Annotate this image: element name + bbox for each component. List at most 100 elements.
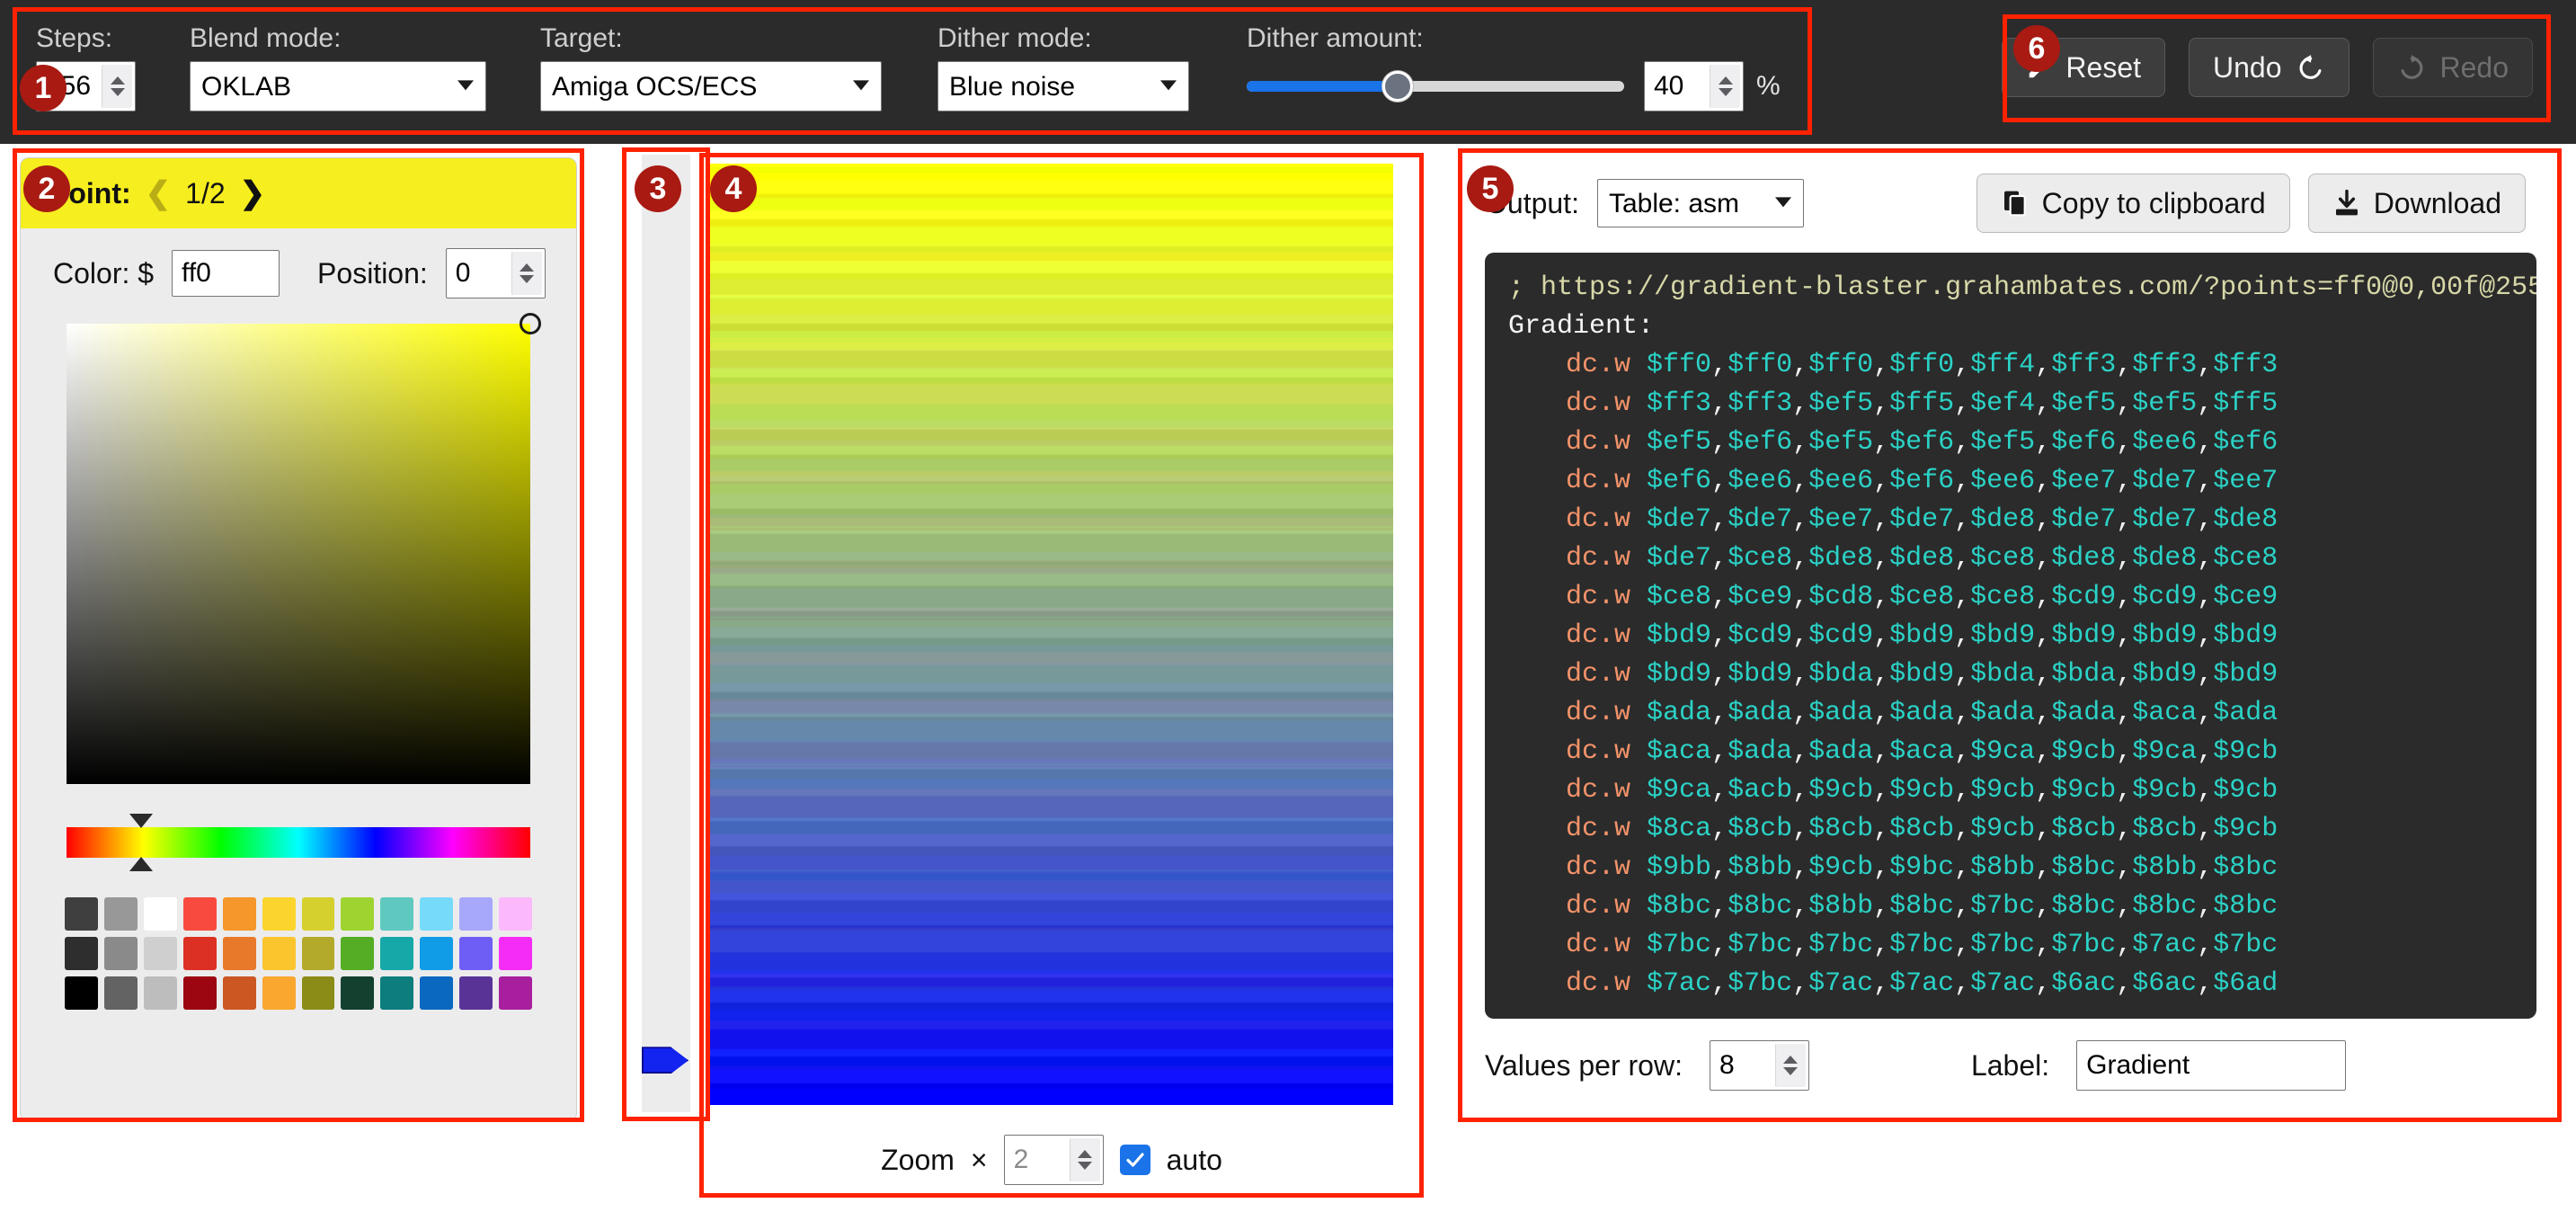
slider-knob[interactable] (1382, 71, 1413, 102)
color-swatch[interactable] (420, 936, 454, 970)
color-swatch[interactable] (143, 936, 177, 970)
gradient-point-handle[interactable] (642, 1047, 688, 1074)
hue-bar[interactable] (67, 827, 530, 858)
color-swatch[interactable] (65, 897, 98, 931)
color-swatch[interactable] (262, 936, 296, 970)
color-swatch[interactable] (380, 976, 414, 1010)
percent-label: % (1756, 71, 1781, 101)
color-swatch[interactable] (182, 976, 217, 1010)
color-swatch[interactable] (341, 897, 375, 931)
code-line: dc.w $ff0,$ff0,$ff0,$ff0,$ff4,$ff3,$ff3,… (1566, 350, 2278, 380)
hue-pointer-bottom-icon (129, 857, 153, 871)
color-swatch[interactable] (222, 897, 256, 931)
values-per-row-label: Values per row: (1485, 1048, 1683, 1082)
code-line: dc.w $8bc,$8bc,$8bb,$8bc,$7bc,$8bc,$8bc,… (1566, 891, 2278, 922)
undo-button[interactable]: Undo (2189, 38, 2349, 97)
blend-mode-select[interactable]: OKLAB (190, 61, 486, 111)
color-swatch[interactable] (103, 976, 138, 1010)
saturation-value-square[interactable] (67, 313, 541, 784)
zoom-input[interactable] (1004, 1136, 1070, 1184)
color-swatch[interactable] (341, 936, 375, 970)
annotation-badge-5: 5 (1467, 165, 1514, 212)
color-position-row: Color: $ Position: (21, 228, 576, 299)
dither-amount-spinner[interactable] (1710, 65, 1740, 108)
annotation-badge-6: 6 (2013, 25, 2060, 72)
code-line: dc.w $de7,$ce8,$de8,$de8,$ce8,$de8,$de8,… (1566, 543, 2278, 574)
color-swatch[interactable] (182, 897, 217, 931)
dither-mode-select[interactable]: Blue noise (937, 61, 1189, 111)
color-swatch[interactable] (65, 976, 98, 1010)
code-line: dc.w $9bb,$8bb,$9cb,$9bc,$8bb,$8bc,$8bb,… (1566, 852, 2278, 883)
color-swatch[interactable] (301, 936, 335, 970)
color-swatch[interactable] (459, 976, 493, 1010)
values-per-row-stepper[interactable] (1709, 1040, 1809, 1091)
position-track[interactable] (642, 155, 690, 1112)
color-swatch[interactable] (341, 976, 375, 1010)
output-code-block[interactable]: ; https://gradient-blaster.grahambates.c… (1485, 253, 2536, 1019)
hue-pointer-top-icon (129, 814, 153, 828)
annotation-badge-3: 3 (635, 165, 681, 212)
position-label: Position: (317, 256, 428, 290)
hue-slider[interactable] (67, 814, 530, 871)
gradient-preview-image[interactable] (710, 164, 1393, 1105)
annotation-badge-4: 4 (710, 165, 757, 212)
copy-to-clipboard-button[interactable]: Copy to clipboard (1976, 174, 2290, 233)
color-swatch[interactable] (182, 936, 217, 970)
color-swatch[interactable] (143, 897, 177, 931)
color-swatch[interactable] (301, 976, 335, 1010)
color-swatch[interactable] (380, 936, 414, 970)
color-swatch[interactable] (301, 897, 335, 931)
color-swatch[interactable] (420, 897, 454, 931)
code-line: dc.w $de7,$de7,$ee7,$de7,$de8,$de7,$de7,… (1566, 504, 2278, 535)
zoom-spinner[interactable] (1069, 1138, 1100, 1181)
position-stepper[interactable] (445, 248, 546, 299)
dither-amount-input[interactable] (1645, 62, 1710, 111)
position-spinner[interactable] (511, 252, 542, 295)
steps-spinner[interactable] (102, 65, 132, 108)
values-per-row-input[interactable] (1710, 1041, 1775, 1090)
color-hex-input[interactable] (172, 250, 280, 297)
color-swatch[interactable] (459, 936, 493, 970)
color-swatch[interactable] (222, 976, 256, 1010)
code-line: dc.w $7bc,$7bc,$7bc,$7bc,$7bc,$7bc,$7ac,… (1566, 930, 2278, 960)
color-swatch[interactable] (262, 976, 296, 1010)
redo-arrow-icon (2401, 55, 2422, 79)
color-swatch[interactable] (499, 976, 533, 1010)
output-format-select[interactable]: Table: asm (1596, 179, 1804, 227)
color-label: Color: $ (53, 256, 155, 290)
color-swatch[interactable] (103, 936, 138, 970)
clipboard-copy-icon (2003, 191, 2026, 217)
position-input[interactable] (446, 249, 511, 298)
blend-mode-group: Blend mode: OKLAB (190, 22, 486, 111)
dither-amount-slider[interactable] (1247, 61, 1624, 111)
color-swatch[interactable] (459, 897, 493, 931)
color-swatch[interactable] (499, 936, 533, 970)
color-swatch[interactable] (143, 976, 177, 1010)
zoom-stepper[interactable] (1003, 1135, 1104, 1185)
values-per-row-spinner[interactable] (1774, 1044, 1806, 1087)
color-swatch[interactable] (103, 897, 138, 931)
redo-button[interactable]: Redo (2372, 38, 2533, 97)
gradient-blaster-app: Steps: Blend mode: OKLAB Target: Am (0, 0, 2576, 1212)
code-line: dc.w $aca,$ada,$ada,$aca,$9ca,$9cb,$9ca,… (1566, 736, 2278, 767)
color-swatch[interactable] (499, 897, 533, 931)
download-button[interactable]: Download (2307, 174, 2526, 233)
color-swatch[interactable] (420, 976, 454, 1010)
sv-cursor-handle[interactable] (520, 313, 541, 334)
dither-amount-stepper[interactable] (1644, 61, 1744, 111)
color-swatch[interactable] (380, 897, 414, 931)
code-line: dc.w $bd9,$bd9,$bda,$bd9,$bda,$bda,$bd9,… (1566, 659, 2278, 690)
next-point-button[interactable]: ❯ (240, 175, 266, 211)
prev-point-button[interactable]: ❮ (146, 175, 172, 211)
code-line: dc.w $bd9,$cd9,$cd9,$bd9,$bd9,$bd9,$bd9,… (1566, 620, 2278, 651)
color-swatch[interactable] (262, 897, 296, 931)
color-swatch[interactable] (65, 936, 98, 970)
color-swatch[interactable] (222, 936, 256, 970)
zoom-auto-checkbox[interactable] (1119, 1145, 1150, 1175)
annotation-badge-2: 2 (23, 165, 70, 212)
target-select[interactable]: Amiga OCS/ECS (540, 61, 882, 111)
top-toolbar: Steps: Blend mode: OKLAB Target: Am (0, 0, 2576, 144)
point-editor-panel: Point: ❮ 1/2 ❯ Color: $ Position: (20, 157, 577, 1122)
output-header: Output: Table: asm Copy to clipboard Dow… (1465, 157, 2556, 233)
gradient-label-input[interactable] (2076, 1040, 2347, 1091)
